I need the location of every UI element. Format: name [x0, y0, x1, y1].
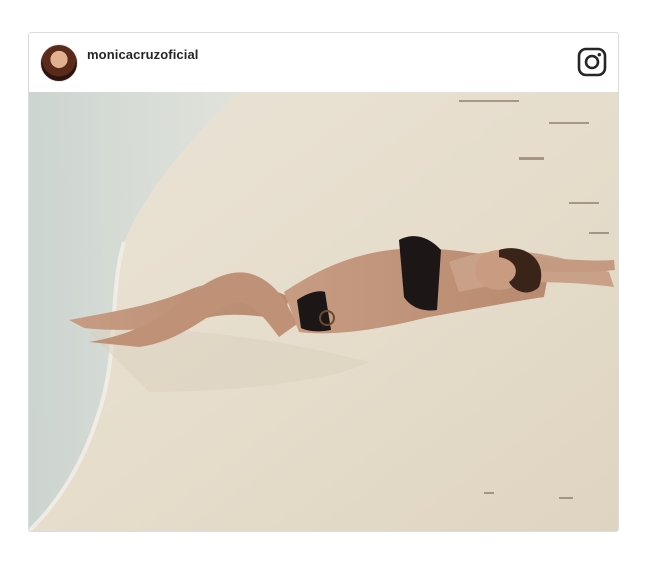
instagram-icon[interactable] [577, 47, 607, 77]
avatar[interactable] [40, 44, 78, 82]
post-header: monicacruzoficial [29, 33, 618, 92]
username-link[interactable]: monicacruzoficial [87, 47, 199, 62]
instagram-embed-card: monicacruzoficial [28, 32, 619, 532]
post-photo[interactable] [29, 92, 618, 531]
